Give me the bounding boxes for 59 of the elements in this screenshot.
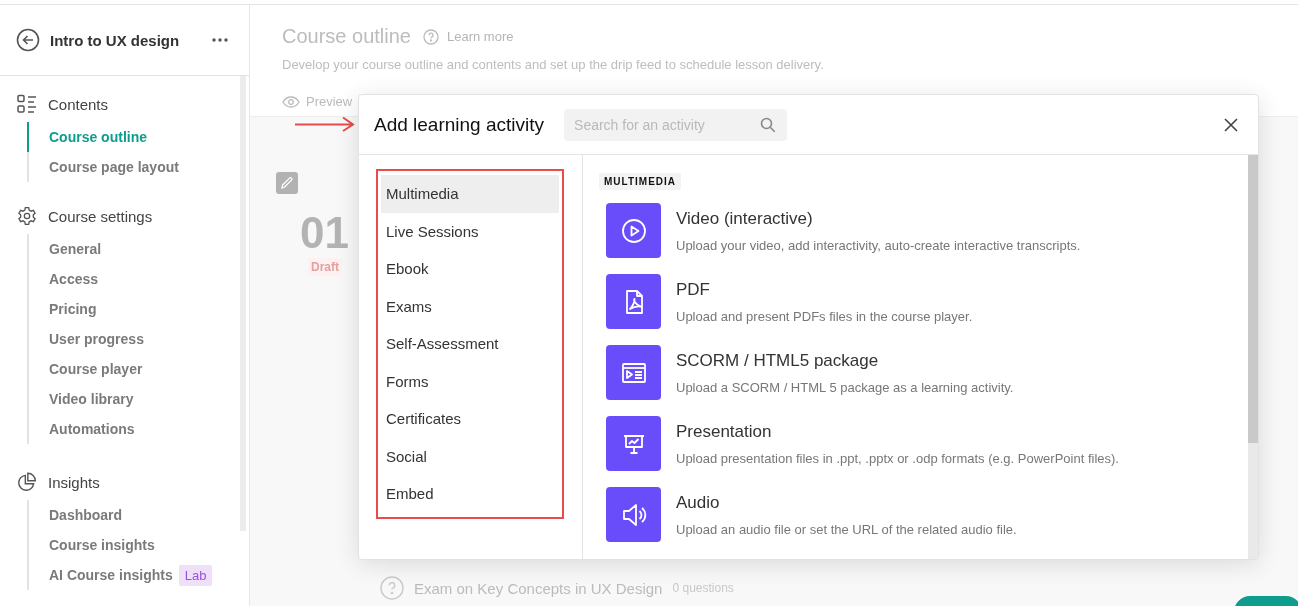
question-icon bbox=[380, 576, 404, 600]
document-tile-icon[interactable] bbox=[606, 274, 661, 329]
draft-status: Draft bbox=[308, 258, 342, 276]
sidebar-item[interactable]: Pricing bbox=[27, 294, 249, 324]
pencil-icon bbox=[280, 176, 294, 190]
activity-title[interactable]: Video (interactive) bbox=[676, 208, 1081, 229]
activity-description: Upload a SCORM / HTML 5 package as a learning activity. bbox=[676, 379, 1014, 395]
section-label: MULTIMEDIA bbox=[599, 173, 682, 190]
activity-description: Upload your video, add interactivity, auto-create interactive transcripts. bbox=[676, 237, 1081, 253]
activity-description: Upload and present PDFs files in the course player. bbox=[676, 308, 973, 324]
close-icon[interactable] bbox=[1224, 117, 1238, 132]
section-heading[interactable]: Contents bbox=[48, 95, 109, 113]
sidebar-item[interactable]: General bbox=[27, 234, 249, 264]
category-item[interactable]: Live Sessions bbox=[381, 212, 559, 250]
media-window-tile-icon[interactable] bbox=[606, 345, 661, 400]
sidebar-item[interactable]: Access bbox=[27, 264, 249, 294]
activity-description: Upload presentation files in .ppt, .pptx or .odp formats (e.g. PowerPoint files). bbox=[676, 450, 1119, 466]
activity-title[interactable]: Audio bbox=[676, 492, 1017, 513]
list-icon bbox=[17, 94, 37, 114]
settings-icon bbox=[17, 206, 37, 226]
section-heading[interactable]: Course settings bbox=[48, 207, 153, 225]
lab-badge: Lab bbox=[178, 564, 213, 586]
activity-title[interactable]: PDF bbox=[676, 279, 973, 300]
category-item[interactable]: Exams bbox=[381, 287, 559, 325]
section-number: 01 bbox=[300, 211, 349, 255]
category-item[interactable]: Multimedia bbox=[381, 175, 559, 213]
category-item[interactable]: Forms bbox=[381, 362, 559, 400]
section-heading[interactable]: Insights bbox=[48, 473, 100, 491]
category-item[interactable]: Social bbox=[381, 437, 559, 475]
sidebar-item[interactable]: Dashboard bbox=[27, 500, 249, 530]
presentation-board-tile-icon[interactable] bbox=[606, 416, 661, 471]
category-item[interactable]: Ebook bbox=[381, 250, 559, 288]
category-item[interactable]: Embed bbox=[381, 475, 559, 513]
more-icon[interactable] bbox=[211, 37, 229, 43]
activity-title[interactable]: SCORM / HTML5 package bbox=[676, 350, 1014, 371]
sidebar-item[interactable]: User progress bbox=[27, 324, 249, 354]
scrollbar[interactable] bbox=[240, 76, 246, 531]
sidebar-item[interactable]: Video library bbox=[27, 384, 249, 414]
activity-title[interactable]: Presentation bbox=[676, 421, 1119, 442]
dialog-title: Add learning activity bbox=[374, 113, 545, 136]
scrollbar[interactable] bbox=[1248, 155, 1258, 559]
activity-description: Upload an audio file or set the URL of the related audio file. bbox=[676, 521, 1017, 537]
course-title: Intro to UX design bbox=[50, 31, 181, 49]
category-item[interactable]: Certificates bbox=[381, 400, 559, 438]
eye-icon bbox=[282, 95, 300, 108]
sidebar-item[interactable]: Course page layout bbox=[27, 152, 249, 182]
page-title: Course outline bbox=[282, 25, 411, 48]
sidebar-item[interactable]: Course insights bbox=[27, 530, 249, 560]
sidebar-item[interactable]: AI Course insights bbox=[49, 567, 173, 583]
sidebar-item[interactable]: Automations bbox=[27, 414, 249, 444]
category-item[interactable]: Self-Assessment bbox=[381, 325, 559, 363]
annotation-arrow bbox=[294, 116, 356, 132]
page-description: Develop your course outline and contents and set up the drip feed to schedule lesson delivery. bbox=[282, 57, 825, 72]
play-tile-icon[interactable] bbox=[606, 203, 661, 258]
back-icon[interactable] bbox=[16, 28, 40, 52]
pie-chart-icon bbox=[17, 472, 37, 492]
speaker-tile-icon[interactable] bbox=[606, 487, 661, 542]
sidebar-item[interactable]: Course player bbox=[27, 354, 249, 384]
search-field[interactable]: Search for an activity bbox=[564, 108, 788, 141]
